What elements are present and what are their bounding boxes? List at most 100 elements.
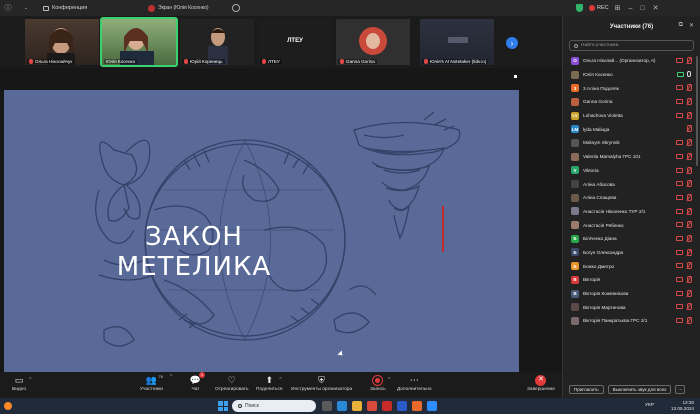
participant-row[interactable]: В Вікторія xyxy=(563,273,695,287)
participant-row[interactable]: V Viktoria xyxy=(563,164,695,178)
avatar: О xyxy=(571,56,579,65)
meeting-toolbar: ▭ ^ Видео 👥 76 Участники ^ 💬 1 Чат ♡ Отреаг… xyxy=(0,372,562,398)
participant-name: Ganna Gorina xyxy=(583,99,613,105)
participant-list-scrollbar[interactable] xyxy=(696,56,698,166)
mic-off-icon xyxy=(686,221,692,229)
participant-row[interactable]: Б Біліченко Діана xyxy=(563,232,695,246)
mute-all-button[interactable]: Выключить звук для всех xyxy=(607,384,672,394)
participant-status-icons xyxy=(676,152,692,160)
participant-name: Lohachova Violetta xyxy=(583,113,623,119)
security-shield-icon[interactable] xyxy=(576,4,583,12)
minimize-icon[interactable]: – xyxy=(629,5,633,12)
video-tile[interactable]: Ольга Ніколайчук xyxy=(25,19,99,65)
participant-status-icons xyxy=(676,303,692,311)
taskbar-search-label: Поиск xyxy=(245,403,259,409)
record-button[interactable]: ^ Запись xyxy=(370,374,390,392)
recording-indicator[interactable]: REC xyxy=(589,5,609,11)
participant-row[interactable]: Анастасія Ніколенко ТУР 2/1 xyxy=(563,205,695,219)
participant-row[interactable]: Аліна Абасова xyxy=(563,177,695,191)
participant-row[interactable]: Аліна Спащева xyxy=(563,191,695,205)
clock[interactable]: 13:30 13.05.2024 xyxy=(671,400,694,412)
next-page-button[interactable]: › xyxy=(506,37,518,49)
video-tile-active-speaker[interactable]: Юлія Косенко xyxy=(100,17,178,67)
video-camera-icon: ▭ ^ xyxy=(14,375,32,385)
chevron-down-icon[interactable]: ⌄ xyxy=(21,3,31,13)
close-icon[interactable]: ✕ xyxy=(653,4,659,12)
participant-row[interactable]: Б Божко Дмитро xyxy=(563,259,695,273)
edge-icon[interactable] xyxy=(337,401,347,411)
more-label: Дополнительно xyxy=(397,387,432,392)
weather-icon[interactable] xyxy=(4,402,12,410)
tab-conference[interactable]: Конференция xyxy=(43,5,87,11)
more-button[interactable]: ⋯ Дополнительно xyxy=(397,375,432,392)
host-tools-button[interactable]: ⛨ Инструменты организатора xyxy=(291,375,352,392)
participant-row[interactable]: З 3.Аліна Подоляк xyxy=(563,81,695,95)
participant-status-icons xyxy=(676,248,692,256)
participant-row[interactable]: LM lyda Maliuga xyxy=(563,122,695,136)
task-view-icon[interactable] xyxy=(322,401,332,411)
share-button[interactable]: ⬆ ^ Поделиться xyxy=(256,375,283,392)
avatar: LV xyxy=(571,111,579,120)
react-button[interactable]: ♡ Отреагировать xyxy=(215,375,248,392)
start-button[interactable] xyxy=(218,401,228,411)
participant-row[interactable]: Вікторія Панкратьєва ГРС 2/1 xyxy=(563,314,695,328)
file-explorer-icon[interactable] xyxy=(352,401,362,411)
maximize-icon[interactable]: □ xyxy=(640,5,644,12)
participant-row[interactable]: Maksym Skrynnik xyxy=(563,136,695,150)
participant-row[interactable]: Б Богун Олександра xyxy=(563,246,695,260)
invite-button[interactable]: Пригласить xyxy=(569,384,604,394)
language-indicator[interactable]: УКР xyxy=(645,403,654,408)
pdf-reader-icon[interactable] xyxy=(382,401,392,411)
participant-row[interactable]: О Ольга Ніколай... (Организатор, я) xyxy=(563,54,695,68)
video-button[interactable]: ▭ ^ Видео xyxy=(12,375,32,392)
end-button[interactable]: ✕ Завершение xyxy=(527,374,555,392)
participant-row[interactable]: В Вікторія Кожевнікова xyxy=(563,287,695,301)
participants-menu-caret[interactable]: ^ xyxy=(170,374,172,380)
camera-off-icon xyxy=(676,208,683,214)
video-tile[interactable]: Юлія's AI Notetaker (tldv.io) xyxy=(420,19,494,65)
view-icon[interactable]: ⊞ xyxy=(615,4,621,12)
mic-off-icon xyxy=(686,207,692,215)
participant-row[interactable]: Valeriia Mamalyha ГРС 101 xyxy=(563,150,695,164)
app-icon[interactable] xyxy=(367,401,377,411)
mic-off-icon xyxy=(686,98,692,106)
participant-row[interactable]: Юлія Косенко xyxy=(563,68,695,82)
video-tile[interactable]: ЛТЕУ ЛТЕУ xyxy=(258,19,332,65)
pop-out-icon[interactable]: ⧉ xyxy=(679,22,683,29)
chat-button[interactable]: 💬 1 Чат xyxy=(190,372,205,392)
end-label: Завершение xyxy=(527,387,555,392)
participants-button[interactable]: 👥 76 Участники xyxy=(140,374,163,392)
taskbar-search-input[interactable]: Поиск xyxy=(232,400,316,412)
zoom-icon[interactable] xyxy=(427,401,437,411)
avatar: Б xyxy=(571,234,579,243)
video-tile[interactable]: Ganna Gorina xyxy=(336,19,410,65)
participant-status-icons xyxy=(676,317,692,325)
participant-row[interactable]: Анастасія Рябенко xyxy=(563,218,695,232)
video-tile[interactable]: Юрій Коренець xyxy=(180,19,254,65)
powerpoint-icon[interactable] xyxy=(412,401,422,411)
participant-search-input[interactable]: Найти участника xyxy=(569,40,694,51)
host-tools-label: Инструменты организатора xyxy=(291,387,353,392)
info-icon[interactable]: ⓘ xyxy=(3,3,13,13)
close-panel-icon[interactable]: ✕ xyxy=(689,22,694,29)
participant-status-icons xyxy=(676,111,692,119)
avatar xyxy=(571,180,579,189)
record-dot-icon xyxy=(589,5,595,11)
participant-name: Valeriia Mamalyha ГРС 101 xyxy=(583,154,641,160)
participant-status-icons xyxy=(676,276,692,283)
participant-status-icons xyxy=(676,139,692,147)
participant-status-icons xyxy=(677,70,691,77)
avatar xyxy=(571,316,579,325)
participant-status-icons xyxy=(676,207,692,215)
participant-name: Вікторія Мартинова xyxy=(583,304,626,310)
participant-row[interactable]: Ganna Gorina xyxy=(563,95,695,109)
tile-label: Ольга Ніколайчук xyxy=(27,59,75,64)
word-icon[interactable] xyxy=(397,401,407,411)
panel-more-button[interactable]: ... xyxy=(675,384,686,394)
screen-share-indicator: Экран (Юлія Косенко) xyxy=(148,3,240,13)
share-options-icon[interactable] xyxy=(231,4,240,12)
avatar: LM xyxy=(571,125,579,134)
participant-row[interactable]: LV Lohachova Violetta xyxy=(563,109,695,123)
participant-row[interactable]: Вікторія Мартинова xyxy=(563,300,695,314)
camera-off-icon xyxy=(676,277,683,282)
